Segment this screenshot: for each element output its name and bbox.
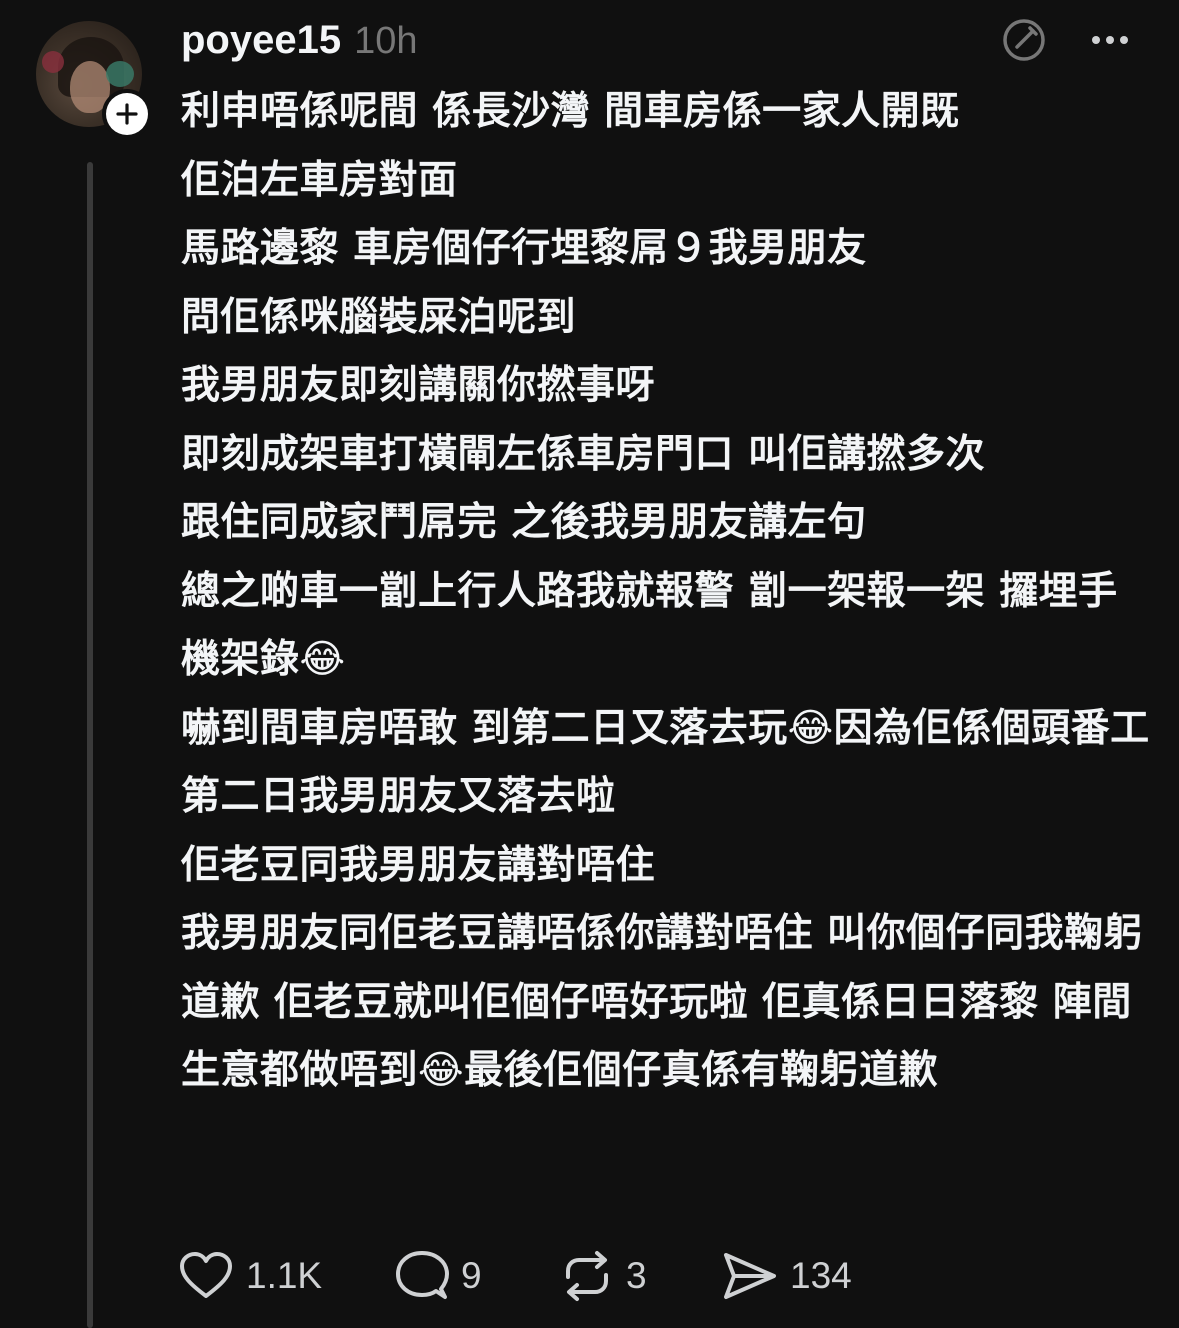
post-body: 利申唔係呢間 係長沙灣 間車房係一家人開既 佢泊左車房對面 馬路邊黎 車房個仔行… — [181, 78, 1156, 1106]
comment-count: 9 — [461, 1255, 482, 1296]
thread-post: poyee15 10h 利申唔係呢間 係長沙灣 間車房係一家人開既 佢泊左車房對… — [0, 0, 1179, 1328]
like-count: 1.1K — [246, 1255, 323, 1296]
post-header: poyee15 10h — [181, 18, 418, 68]
share-button[interactable]: 134 — [722, 1246, 852, 1306]
thread-line — [87, 162, 93, 1328]
more-dots-icon[interactable] — [1086, 16, 1134, 64]
post-paragraph: 嚇到間車房唔敢 到第二日又落去玩😂因為佢係個頭番工 — [181, 705, 1150, 751]
post-paragraph: 總之啲車一劏上行人路我就報警 劏一架報一架 攞埋手機架錄😂 — [181, 568, 1118, 683]
post-paragraph: 我男朋友即刻講關你撚事呀 — [181, 363, 656, 408]
repost-count: 3 — [626, 1255, 647, 1296]
comment-button[interactable]: 9 — [395, 1246, 482, 1306]
post-paragraph: 第二日我男朋友又落去啦 — [181, 774, 616, 819]
post-paragraph: 佢老豆同我男朋友講對唔住 — [181, 842, 656, 888]
heart-icon — [180, 1252, 232, 1298]
timestamp: 10h — [354, 20, 418, 62]
repost-icon — [566, 1251, 608, 1301]
post-paragraph: 問佢係咪腦裝屎泊呢到 — [181, 294, 577, 340]
post-paragraph: 利申唔係呢間 係長沙灣 間車房係一家人開既 — [181, 89, 960, 134]
post-paragraph: 跟住同成家鬥屌完 之後我男朋友講左句 — [181, 500, 867, 545]
post-paragraph: 佢泊左車房對面 — [181, 157, 458, 203]
post-paragraph: 馬路邊黎 車房個仔行埋黎屌９我男朋友 — [181, 226, 867, 271]
like-button[interactable]: 1.1K — [178, 1246, 322, 1306]
action-bar: 1.1K 9 3 134 — [0, 1246, 1179, 1306]
comment-bubble-icon — [396, 1251, 449, 1299]
post-paragraph: 即刻成架車打橫閘左係車房門口 叫佢講撚多次 — [181, 431, 986, 477]
repost-button[interactable]: 3 — [560, 1246, 647, 1306]
username[interactable]: poyee15 — [181, 18, 341, 63]
edit-circle-icon[interactable] — [1000, 16, 1048, 64]
send-icon — [724, 1253, 776, 1299]
share-count: 134 — [790, 1255, 852, 1296]
plus-icon — [116, 103, 138, 125]
follow-button[interactable] — [102, 89, 152, 139]
post-paragraph: 我男朋友同佢老豆講唔係你講對唔住 叫你個仔同我鞠躬道歉 佢老豆就叫佢個仔唔好玩啦… — [181, 911, 1144, 1093]
